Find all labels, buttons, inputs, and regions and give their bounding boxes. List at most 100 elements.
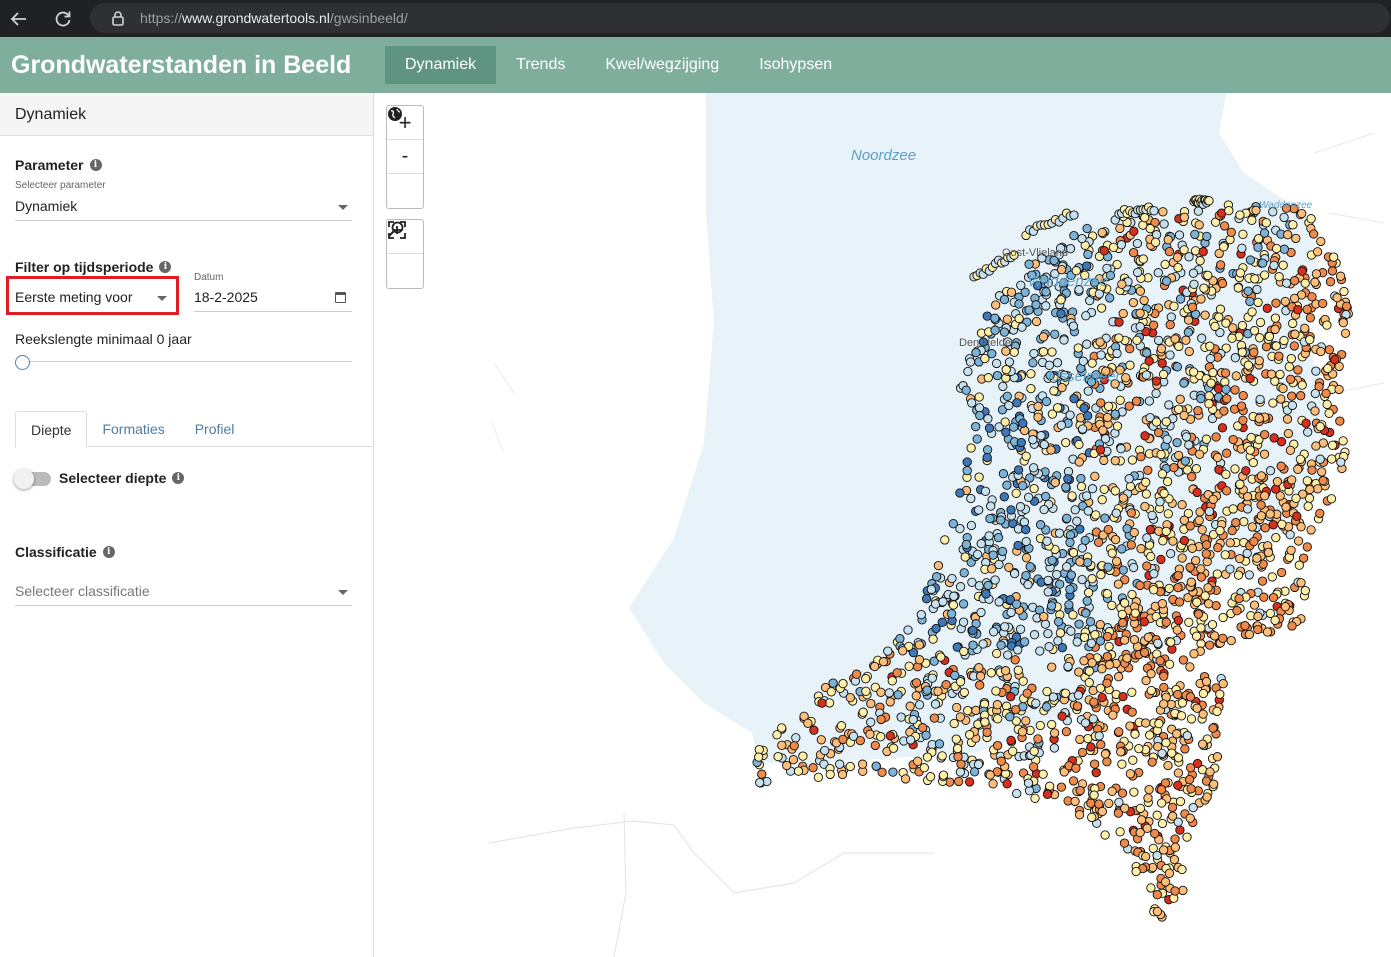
- measurement-point[interactable]: [1135, 308, 1145, 318]
- measurement-point[interactable]: [828, 678, 838, 688]
- measurement-point[interactable]: [1278, 260, 1288, 270]
- measurement-point[interactable]: [918, 723, 928, 733]
- measurement-point[interactable]: [922, 685, 932, 695]
- measurement-point[interactable]: [1255, 317, 1266, 328]
- measurement-point[interactable]: [1119, 838, 1130, 848]
- measurement-point[interactable]: [925, 772, 936, 782]
- measurement-point[interactable]: [1100, 434, 1111, 444]
- measurement-point[interactable]: [1155, 656, 1165, 666]
- measurement-point[interactable]: [1084, 666, 1095, 676]
- measurement-point[interactable]: [1028, 762, 1039, 772]
- measurement-point[interactable]: [963, 366, 973, 377]
- measurement-point[interactable]: [1164, 868, 1175, 878]
- measurement-point[interactable]: [1152, 906, 1163, 917]
- measurement-point[interactable]: [1143, 793, 1153, 803]
- measurement-point[interactable]: [1270, 615, 1280, 625]
- measurement-point[interactable]: [1076, 473, 1086, 484]
- measurement-point[interactable]: [1104, 798, 1114, 809]
- measurement-point[interactable]: [1056, 295, 1066, 305]
- measurement-point[interactable]: [1214, 312, 1224, 322]
- measurement-point[interactable]: [1052, 358, 1063, 368]
- measurement-point[interactable]: [974, 505, 984, 515]
- measurement-point[interactable]: [1286, 545, 1296, 555]
- measurement-point[interactable]: [1312, 247, 1323, 257]
- measurement-point[interactable]: [1230, 353, 1240, 363]
- measurement-point[interactable]: [866, 717, 876, 727]
- measurement-point[interactable]: [1144, 784, 1154, 795]
- measurement-point[interactable]: [1021, 570, 1031, 581]
- measurement-point[interactable]: [941, 680, 951, 690]
- measurement-point[interactable]: [845, 692, 855, 703]
- measurement-point[interactable]: [1097, 227, 1107, 238]
- measurement-point[interactable]: [959, 568, 969, 578]
- measurement-point[interactable]: [1038, 769, 1048, 779]
- measurement-point[interactable]: [996, 640, 1006, 650]
- measurement-point[interactable]: [1164, 246, 1175, 257]
- measurement-point[interactable]: [1302, 542, 1312, 552]
- measurement-point[interactable]: [1031, 300, 1041, 310]
- measurement-point[interactable]: [1244, 570, 1254, 580]
- measurement-point[interactable]: [1018, 418, 1028, 428]
- measurement-point[interactable]: [1158, 207, 1168, 217]
- measurement-point[interactable]: [1016, 280, 1026, 290]
- measurement-point[interactable]: [1068, 610, 1078, 620]
- measurement-point[interactable]: [990, 313, 1000, 323]
- measurement-point[interactable]: [1201, 540, 1212, 550]
- measurement-point[interactable]: [990, 575, 1000, 585]
- measurement-point[interactable]: [1156, 784, 1167, 795]
- measurement-point[interactable]: [1188, 367, 1199, 377]
- measurement-point[interactable]: [1102, 651, 1112, 662]
- measurement-point[interactable]: [895, 634, 905, 644]
- measurement-point[interactable]: [974, 663, 984, 673]
- measurement-point[interactable]: [1172, 729, 1182, 739]
- classification-select[interactable]: Selecteer classificatie: [15, 578, 352, 606]
- measurement-point[interactable]: [1288, 318, 1298, 329]
- measurement-point[interactable]: [1077, 574, 1087, 585]
- measurement-point[interactable]: [1081, 608, 1091, 618]
- measurement-point[interactable]: [845, 761, 855, 772]
- measurement-point[interactable]: [1263, 547, 1274, 558]
- measurement-point[interactable]: [1050, 477, 1060, 488]
- measurement-point[interactable]: [1141, 477, 1151, 487]
- measurement-point[interactable]: [1150, 828, 1160, 839]
- measurement-point[interactable]: [936, 652, 946, 662]
- measurement-point[interactable]: [1250, 274, 1260, 284]
- measurement-point[interactable]: [1147, 510, 1157, 521]
- measurement-point[interactable]: [1021, 716, 1031, 726]
- measurement-point[interactable]: [1235, 210, 1245, 220]
- measurement-point[interactable]: [1153, 741, 1163, 752]
- measurement-point[interactable]: [1073, 343, 1083, 353]
- measurement-point[interactable]: [1035, 646, 1045, 656]
- measurement-point[interactable]: [1112, 348, 1122, 359]
- measurement-point[interactable]: [1127, 589, 1137, 600]
- measurement-point[interactable]: [911, 691, 921, 701]
- measurement-point[interactable]: [1107, 600, 1117, 611]
- measurement-point[interactable]: [1021, 451, 1031, 461]
- measurement-point[interactable]: [959, 646, 969, 657]
- measurement-point[interactable]: [913, 756, 923, 766]
- measurement-point[interactable]: [1082, 223, 1092, 234]
- measurement-point[interactable]: [1083, 411, 1093, 421]
- measurement-point[interactable]: [1127, 687, 1137, 697]
- measurement-point[interactable]: [1191, 631, 1202, 641]
- measurement-point[interactable]: [1253, 297, 1263, 308]
- measurement-point[interactable]: [1249, 600, 1260, 610]
- measurement-point[interactable]: [1062, 513, 1072, 523]
- measurement-point[interactable]: [1111, 556, 1122, 566]
- measurement-point[interactable]: [1245, 296, 1255, 307]
- measurement-point[interactable]: [1099, 484, 1109, 494]
- measurement-point[interactable]: [1149, 206, 1159, 216]
- measurement-point[interactable]: [1074, 619, 1084, 629]
- measurement-point[interactable]: [1219, 242, 1229, 252]
- measurement-point[interactable]: [1000, 666, 1011, 676]
- measurement-point[interactable]: [1118, 691, 1128, 702]
- measurement-point[interactable]: [1121, 373, 1131, 383]
- measurement-point[interactable]: [1175, 394, 1185, 404]
- measurement-point[interactable]: [1241, 466, 1251, 476]
- measurement-point[interactable]: [1014, 299, 1024, 309]
- measurement-point[interactable]: [1076, 481, 1087, 492]
- measurement-point[interactable]: [1220, 550, 1230, 560]
- measurement-point[interactable]: [1179, 378, 1189, 388]
- measurement-point[interactable]: [955, 712, 966, 722]
- measurement-point[interactable]: [927, 673, 937, 683]
